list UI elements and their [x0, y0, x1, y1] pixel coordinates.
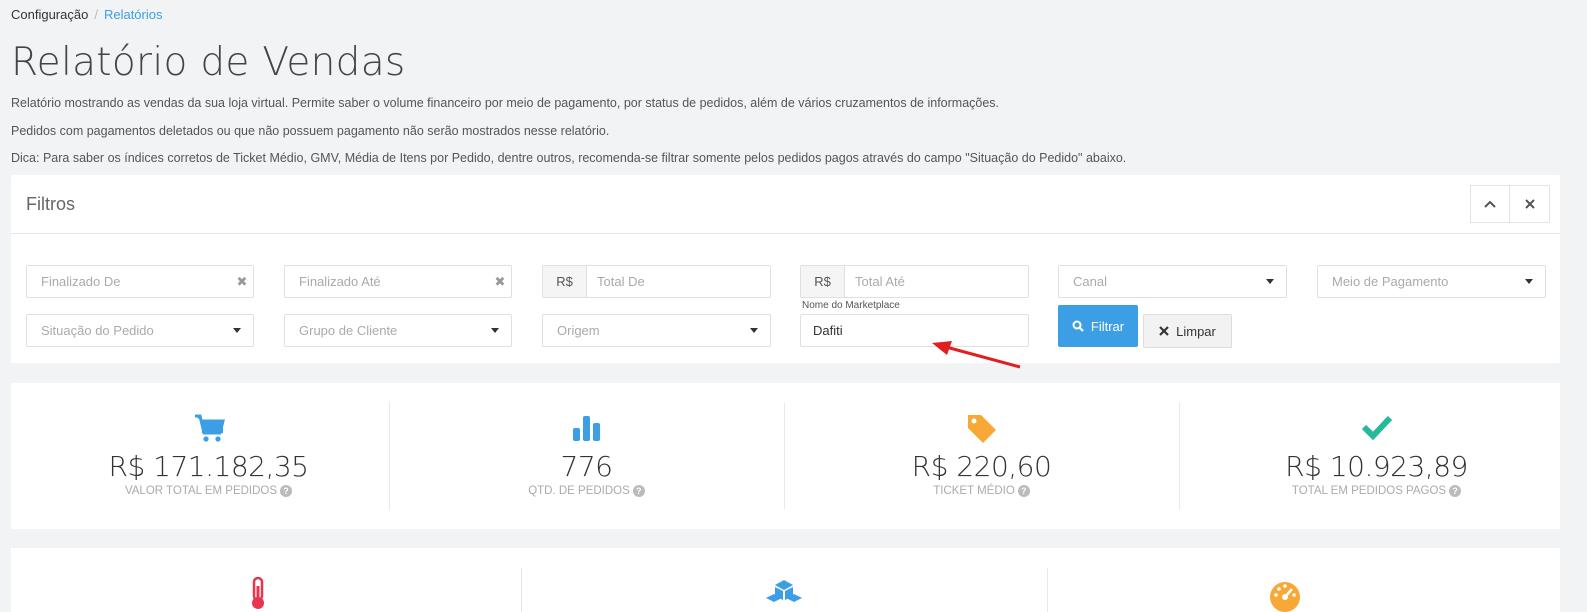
marketplace-label: Nome do Marketplace — [802, 300, 900, 311]
filtrar-button[interactable]: Filtrar — [1058, 305, 1138, 347]
page-description-1: Relatório mostrando as vendas da sua loj… — [11, 96, 1000, 110]
cart-icon — [194, 414, 225, 442]
stat-label: QTD. DE PEDIDOS? — [389, 485, 784, 497]
total-ate-input[interactable]: R$ Total Até — [800, 265, 1029, 298]
stat-label-text: QTD. DE PEDIDOS — [528, 485, 630, 497]
divider — [1047, 568, 1048, 612]
filters-panel-title: Filtros — [26, 194, 75, 214]
stat-valor-total: R$ 171.182,35 VALOR TOTAL EM PEDIDOS? — [11, 403, 406, 509]
divider — [521, 568, 522, 612]
grupo-cliente-select[interactable]: Grupo de Cliente — [284, 314, 512, 347]
filters-panel: Filtros Finalizado De ✖ Finalizado Até ✖… — [11, 175, 1560, 363]
chevron-up-icon — [1484, 200, 1496, 208]
breadcrumb-configuracao[interactable]: Configuração — [11, 7, 88, 22]
grupo-cliente-placeholder: Grupo de Cliente — [299, 323, 398, 338]
clear-icon[interactable]: ✖ — [489, 274, 511, 290]
total-ate-placeholder: Total Até — [855, 274, 905, 289]
thermometer-icon — [252, 576, 264, 609]
stat-ticket-medio: R$ 220,60 TICKET MÉDIO? — [784, 403, 1179, 509]
chevron-down-icon — [750, 328, 758, 333]
finalizado-de-input[interactable]: Finalizado De ✖ — [26, 265, 254, 298]
finalizado-ate-placeholder: Finalizado Até — [299, 274, 381, 289]
close-button[interactable] — [1510, 185, 1550, 223]
chevron-down-icon — [1266, 279, 1274, 284]
breadcrumb-separator: / — [94, 7, 98, 22]
situacao-pedido-select[interactable]: Situação do Pedido — [26, 314, 254, 347]
stat-label: VALOR TOTAL EM PEDIDOS? — [11, 485, 406, 497]
finalizado-ate-input[interactable]: Finalizado Até ✖ — [284, 265, 512, 298]
stat-value: R$ 171.182,35 — [108, 450, 310, 483]
annotation-arrow-icon — [932, 341, 1021, 369]
cubes-icon — [766, 580, 802, 602]
limpar-button[interactable]: Limpar — [1143, 314, 1232, 348]
page-description-3: Dica: Para saber os índices corretos de … — [11, 151, 1127, 165]
chevron-down-icon — [1525, 279, 1533, 284]
breadcrumb: Configuração / Relatórios — [11, 7, 162, 22]
total-de-placeholder: Total De — [597, 274, 645, 289]
stats-panel-secondary — [11, 548, 1560, 612]
help-icon[interactable]: ? — [1017, 485, 1030, 497]
check-icon — [1361, 415, 1392, 441]
stat-value: 776 — [560, 450, 613, 483]
currency-addon: R$ — [801, 266, 845, 297]
stat-total-pagos: R$ 10.923,89 TOTAL EM PEDIDOS PAGOS? — [1179, 403, 1574, 509]
chevron-down-icon — [491, 328, 499, 333]
total-de-input[interactable]: R$ Total De — [542, 265, 771, 298]
meio-pagamento-placeholder: Meio de Pagamento — [1332, 274, 1449, 289]
dashboard-icon — [1270, 582, 1300, 612]
chevron-down-icon — [233, 328, 241, 333]
stat-value: R$ 220,60 — [911, 450, 1052, 483]
page-title: Relatório de Vendas — [11, 40, 406, 85]
page-description-2: Pedidos com pagamentos deletados ou que … — [11, 124, 610, 138]
meio-pagamento-select[interactable]: Meio de Pagamento — [1317, 265, 1546, 298]
tag-icon — [967, 415, 996, 443]
limpar-label: Limpar — [1176, 323, 1216, 339]
origem-select[interactable]: Origem — [542, 314, 771, 347]
help-icon[interactable]: ? — [280, 485, 293, 497]
origem-placeholder: Origem — [557, 323, 600, 338]
canal-placeholder: Canal — [1073, 274, 1107, 289]
stat-value: R$ 10.923,89 — [1285, 450, 1468, 483]
finalizado-de-placeholder: Finalizado De — [41, 274, 121, 289]
stat-label-text: VALOR TOTAL EM PEDIDOS — [124, 485, 278, 497]
stat-qtd-pedidos: 776 QTD. DE PEDIDOS? — [389, 403, 784, 509]
stats-panel: R$ 171.182,35 VALOR TOTAL EM PEDIDOS? 77… — [11, 383, 1560, 529]
canal-select[interactable]: Canal — [1058, 265, 1287, 298]
help-icon[interactable]: ? — [632, 485, 645, 497]
stat-label-text: TOTAL EM PEDIDOS PAGOS — [1291, 485, 1447, 497]
stat-label-text: TICKET MÉDIO — [933, 485, 1015, 497]
bar-chart-icon — [572, 416, 600, 441]
breadcrumb-relatorios[interactable]: Relatórios — [104, 7, 163, 22]
filters-panel-header: Filtros — [11, 175, 1560, 234]
stat-label: TICKET MÉDIO? — [784, 485, 1179, 497]
filtrar-label: Filtrar — [1090, 318, 1125, 334]
clear-icon[interactable]: ✖ — [231, 274, 253, 290]
close-icon — [1524, 199, 1535, 209]
close-icon — [1159, 326, 1169, 336]
help-icon[interactable]: ? — [1449, 485, 1462, 497]
currency-addon: R$ — [543, 266, 587, 297]
panel-tools — [1470, 185, 1550, 223]
search-icon — [1072, 320, 1084, 332]
situacao-pedido-placeholder: Situação do Pedido — [41, 323, 154, 338]
stat-label: TOTAL EM PEDIDOS PAGOS? — [1179, 485, 1574, 497]
collapse-button[interactable] — [1470, 185, 1510, 223]
